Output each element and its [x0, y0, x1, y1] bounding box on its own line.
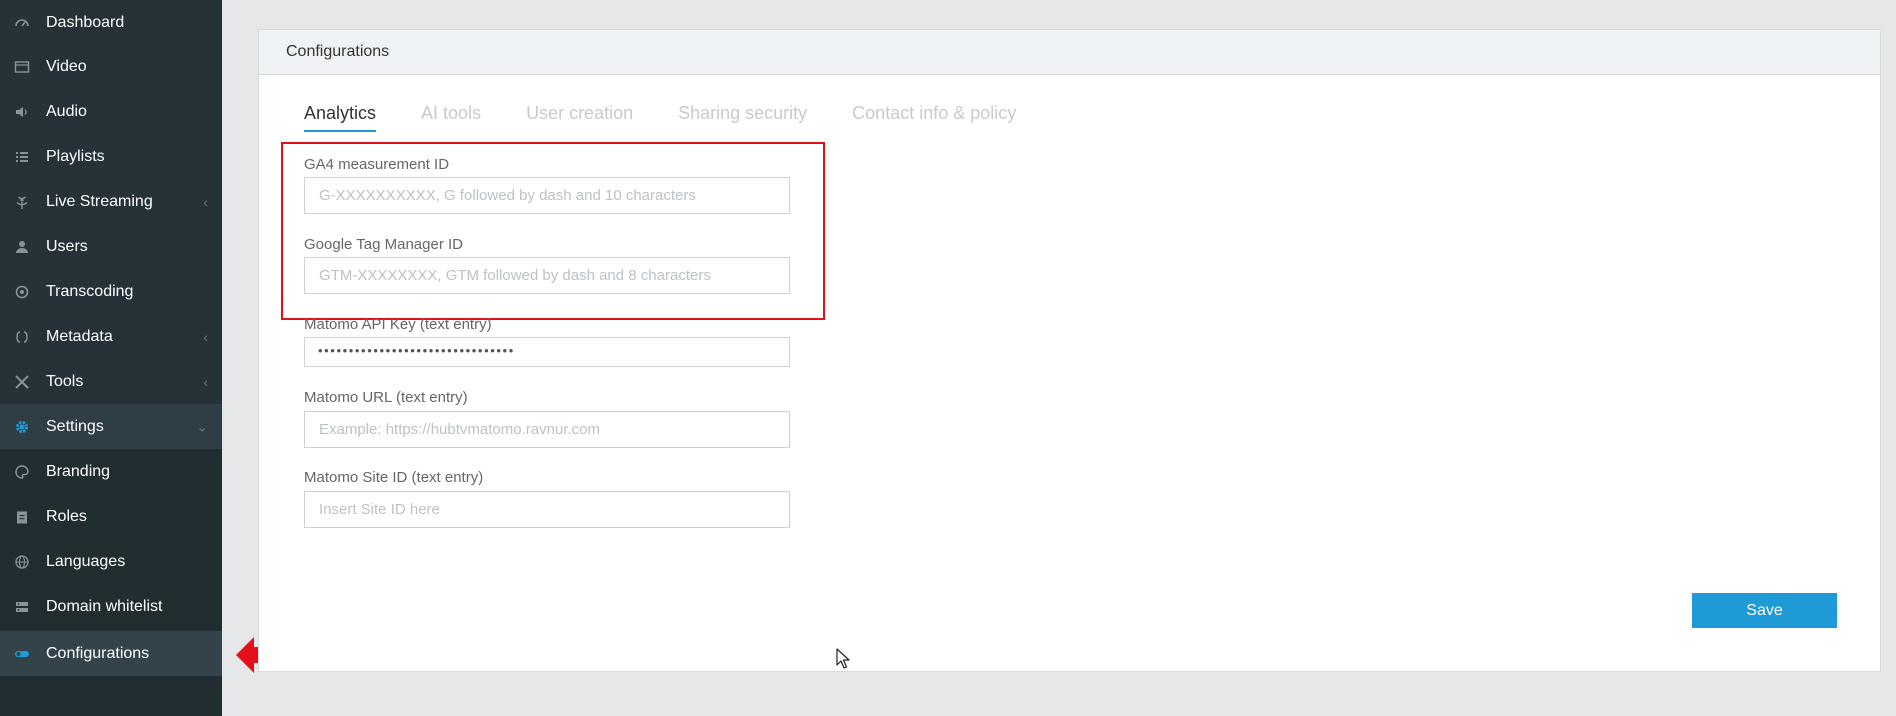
- sidebar-item-label: Tools: [46, 372, 84, 390]
- sidebar-item-label: Languages: [46, 552, 126, 570]
- ga4-label: GA4 measurement ID: [304, 156, 450, 173]
- tab-user-creation[interactable]: User creation: [526, 103, 633, 132]
- tab-ai-tools[interactable]: AI tools: [421, 103, 481, 132]
- sidebar-item-live-streaming[interactable]: Live Streaming ‹: [0, 179, 222, 224]
- matomo-url-label: Matomo URL (text entry): [304, 389, 468, 406]
- sidebar-item-label: Dashboard: [46, 13, 125, 31]
- sidebar-item-tools[interactable]: Tools ‹: [0, 359, 222, 404]
- playlists-icon: [14, 149, 30, 165]
- globe-icon: [14, 554, 30, 570]
- sidebar-item-video[interactable]: Video: [0, 44, 222, 89]
- video-icon: [14, 59, 30, 75]
- gtm-label: Google Tag Manager ID: [304, 236, 463, 253]
- live-streaming-icon: [14, 194, 30, 210]
- mouse-cursor-icon: [836, 648, 850, 669]
- clipboard-icon: [14, 509, 30, 525]
- tab-sharing-security[interactable]: Sharing security: [678, 103, 807, 132]
- chevron-down-icon: ⌄: [196, 418, 208, 434]
- sidebar-item-configurations[interactable]: Configurations: [0, 631, 222, 676]
- server-icon: [14, 599, 30, 615]
- sidebar-item-metadata[interactable]: Metadata ‹: [0, 314, 222, 359]
- ga4-input[interactable]: [304, 177, 790, 214]
- sidebar-item-label: Transcoding: [46, 282, 134, 300]
- sidebar-item-roles[interactable]: Roles: [0, 494, 222, 539]
- sidebar-item-label: Video: [46, 57, 87, 75]
- tools-icon: [14, 374, 30, 390]
- audio-icon: [14, 104, 30, 120]
- metadata-icon: [14, 329, 30, 345]
- sidebar-item-label: Configurations: [46, 644, 150, 662]
- sidebar-item-transcoding[interactable]: Transcoding: [0, 269, 222, 314]
- configurations-panel: Configurations Analytics AI tools User c…: [258, 29, 1881, 672]
- tab-contact-info-policy[interactable]: Contact info & policy: [852, 103, 1016, 132]
- sidebar-item-settings[interactable]: Settings ⌄: [0, 404, 222, 449]
- palette-icon: [14, 464, 30, 480]
- toggle-icon: [14, 646, 30, 662]
- chevron-left-icon: ‹: [203, 193, 208, 210]
- sidebar-item-label: Domain whitelist: [46, 597, 163, 615]
- sidebar-item-label: Playlists: [46, 147, 105, 165]
- sidebar-item-dashboard[interactable]: Dashboard: [0, 0, 222, 45]
- matomo-api-key-value: ••••••••••••••••••••••••••••••••: [318, 343, 515, 358]
- save-button[interactable]: Save: [1692, 593, 1837, 628]
- tab-bar: Analytics AI tools User creation Sharing…: [304, 103, 1061, 132]
- chevron-left-icon: ‹: [203, 328, 208, 345]
- sidebar-item-branding[interactable]: Branding: [0, 449, 222, 494]
- matomo-site-id-input[interactable]: [304, 491, 790, 528]
- sidebar-item-label: Branding: [46, 462, 111, 480]
- transcoding-icon: [14, 284, 30, 300]
- matomo-api-key-label: Matomo API Key (text entry): [304, 316, 492, 333]
- gear-icon: [14, 419, 30, 435]
- sidebar-item-label: Roles: [46, 507, 87, 525]
- sidebar-item-label: Users: [46, 237, 88, 255]
- sidebar-item-domain-whitelist[interactable]: Domain whitelist: [0, 584, 222, 629]
- sidebar-item-languages[interactable]: Languages: [0, 539, 222, 584]
- sidebar-item-playlists[interactable]: Playlists: [0, 134, 222, 179]
- matomo-url-input[interactable]: [304, 411, 790, 448]
- matomo-site-id-label: Matomo Site ID (text entry): [304, 469, 484, 486]
- sidebar-item-label: Metadata: [46, 327, 113, 345]
- user-icon: [14, 239, 30, 255]
- sidebar-item-audio[interactable]: Audio: [0, 89, 222, 134]
- sidebar-item-label: Settings: [46, 417, 104, 435]
- sidebar-item-users[interactable]: Users: [0, 224, 222, 269]
- gtm-input[interactable]: [304, 257, 790, 294]
- chevron-left-icon: ‹: [203, 373, 208, 390]
- sidebar-item-label: Live Streaming: [46, 192, 153, 210]
- panel-title: Configurations: [259, 30, 1880, 75]
- sidebar-item-label: Audio: [46, 102, 87, 120]
- sidebar: Dashboard Video Audio Playlists Live Str…: [0, 0, 222, 716]
- tab-analytics[interactable]: Analytics: [304, 103, 377, 132]
- dashboard-icon: [14, 15, 30, 31]
